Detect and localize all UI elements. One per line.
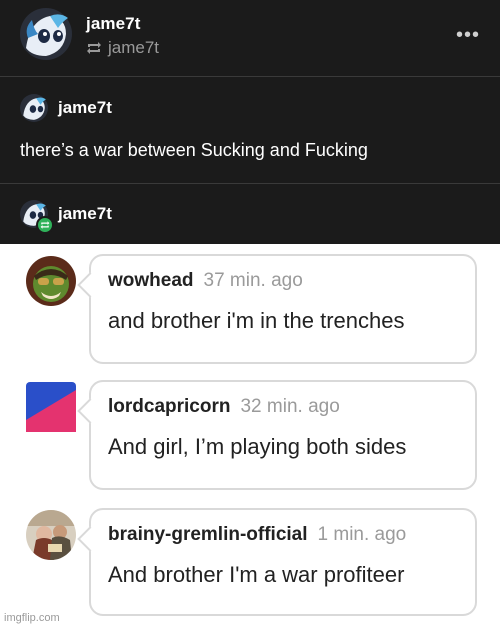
comment-username[interactable]: brainy-gremlin-official: [108, 524, 308, 546]
reblog-username[interactable]: jame7t: [58, 98, 112, 118]
post-author-name[interactable]: jame7t: [86, 14, 140, 34]
comment-bubble: lordcapricorn 32 min. ago And girl, I’m …: [89, 380, 477, 490]
watermark: imgflip.com: [4, 612, 60, 624]
more-options-button[interactable]: •••: [456, 25, 480, 45]
reblog-badge-icon: [36, 216, 54, 234]
avatar[interactable]: [26, 510, 76, 560]
reblogged-from[interactable]: jame7t: [86, 38, 159, 58]
divider: [0, 183, 500, 184]
comment-meta: lordcapricorn 32 min. ago: [108, 396, 340, 418]
comment-timestamp: 37 min. ago: [203, 270, 303, 291]
avatar[interactable]: [20, 200, 54, 234]
post-header: jame7t jame7t •••: [20, 8, 480, 68]
reblogged-from-name: jame7t: [108, 38, 160, 57]
divider: [0, 76, 500, 77]
comment-username[interactable]: lordcapricorn: [108, 396, 230, 418]
reblog-username[interactable]: jame7t: [58, 204, 112, 224]
comment-meta: brainy-gremlin-official 1 min. ago: [108, 524, 406, 546]
comment-bubble: brainy-gremlin-official 1 min. ago And b…: [89, 508, 477, 616]
comment-text: and brother i'm in the trenches: [108, 308, 405, 333]
avatar[interactable]: [26, 256, 76, 306]
avatar[interactable]: [20, 8, 72, 60]
reblog-entry: jame7t: [20, 94, 112, 122]
comment-bubble: wowhead 37 min. ago and brother i'm in t…: [89, 254, 477, 364]
comment-text: And girl, I’m playing both sides: [108, 434, 407, 459]
comment-text: And brother I'm a war profiteer: [108, 562, 405, 587]
comment-meta: wowhead 37 min. ago: [108, 270, 303, 292]
post-body-text: there’s a war between Sucking and Fuckin…: [20, 140, 368, 160]
avatar[interactable]: [26, 382, 76, 432]
tumblr-post: jame7t jame7t ••• jame7t there’s a war b…: [0, 0, 500, 244]
comment-username[interactable]: wowhead: [108, 270, 194, 292]
avatar[interactable]: [20, 94, 48, 122]
comment-timestamp: 1 min. ago: [317, 524, 407, 545]
reblog-icon: [87, 42, 101, 54]
comment-timestamp: 32 min. ago: [240, 396, 340, 417]
reblog-entry: jame7t: [20, 200, 112, 234]
